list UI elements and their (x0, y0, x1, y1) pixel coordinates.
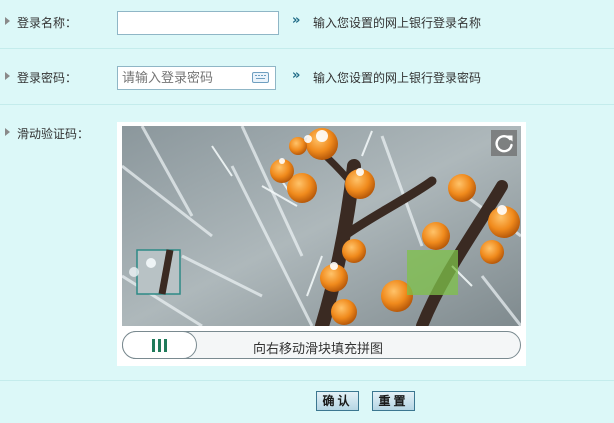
captcha-label: 滑动验证码： (17, 127, 90, 141)
refresh-icon (495, 134, 513, 153)
captcha-slider-handle[interactable] (122, 331, 197, 359)
password-label: 登录密码： (17, 71, 78, 85)
row-divider (0, 104, 614, 105)
password-bullet-icon (5, 72, 10, 80)
slider-instruction: 向右移动滑块填充拼图 (253, 342, 384, 357)
grip-bars-icon (152, 339, 168, 352)
puzzle-piece (129, 249, 181, 295)
virtual-keyboard-icon[interactable] (252, 72, 269, 83)
slide-captcha: 向右移动滑块填充拼图 (117, 122, 526, 366)
row-divider (0, 380, 614, 381)
refresh-button[interactable] (491, 130, 517, 156)
frosted-berries-photo (122, 126, 521, 326)
username-hint-arrow-icon: » (292, 13, 301, 28)
username-label: 登录名称： (17, 16, 78, 30)
password-hint: 输入您设置的网上银行登录密码 (313, 71, 482, 85)
captcha-slider-track[interactable]: 向右移动滑块填充拼图 (122, 331, 521, 359)
puzzle-target-slot (407, 250, 458, 295)
row-divider (0, 48, 614, 49)
password-hint-arrow-icon: » (292, 68, 301, 83)
reset-button[interactable]: 重置 (372, 391, 415, 411)
confirm-button[interactable]: 确认 (316, 391, 359, 411)
captcha-background-image (122, 126, 521, 326)
username-bullet-icon (5, 17, 10, 25)
username-hint: 输入您设置的网上银行登录名称 (313, 16, 482, 30)
username-input[interactable] (117, 11, 279, 35)
captcha-bullet-icon (5, 128, 10, 136)
